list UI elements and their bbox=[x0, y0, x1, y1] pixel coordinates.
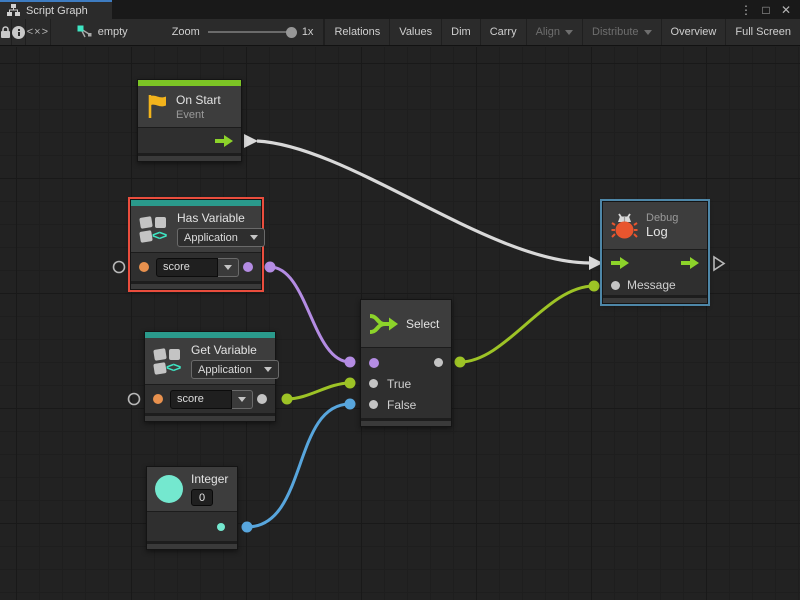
flag-icon bbox=[146, 93, 168, 120]
node-footer bbox=[138, 153, 241, 161]
chevron-down-icon bbox=[250, 235, 258, 240]
variable-name-port[interactable] bbox=[153, 394, 163, 404]
variable-name-value: score bbox=[170, 390, 232, 409]
variable-scope-dropdown[interactable]: Application bbox=[177, 228, 265, 247]
node-debug-log[interactable]: Debug Log Message bbox=[602, 201, 708, 304]
node-has-variable[interactable]: <> Has Variable Application score bbox=[130, 199, 262, 290]
node-title: Select bbox=[406, 317, 439, 331]
carry-button[interactable]: Carry bbox=[481, 19, 527, 45]
unconnected-port-circle bbox=[129, 394, 140, 405]
align-dropdown[interactable]: Align bbox=[527, 19, 583, 45]
zoom-label: Zoom bbox=[172, 26, 200, 38]
bug-icon bbox=[611, 213, 638, 239]
node-title: Get Variable bbox=[191, 343, 279, 357]
info-button[interactable] bbox=[12, 19, 26, 45]
variable-scope-value: Application bbox=[198, 364, 252, 376]
wire-onstart-to-debuglog bbox=[257, 141, 590, 263]
node-category: Debug bbox=[646, 212, 678, 224]
title-bar: Script Graph ⋮ □ ✕ bbox=[0, 0, 800, 19]
chevron-down-icon bbox=[224, 265, 232, 270]
false-input-port[interactable] bbox=[369, 400, 378, 409]
message-input-port[interactable] bbox=[611, 281, 620, 290]
node-footer bbox=[147, 541, 237, 549]
port-label: Message bbox=[627, 278, 676, 292]
graph-pointer-label: empty bbox=[98, 26, 128, 38]
relations-button[interactable]: Relations bbox=[324, 19, 390, 45]
maximize-icon[interactable]: □ bbox=[758, 3, 774, 17]
chevron-down-icon bbox=[238, 397, 246, 402]
node-on-start[interactable]: On Start Event bbox=[137, 79, 242, 162]
node-integer[interactable]: Integer 0 bbox=[146, 466, 238, 550]
variable-scope-value: Application bbox=[184, 232, 238, 244]
script-graph-window: Script Graph ⋮ □ ✕ <×> bbox=[0, 0, 800, 600]
graph-pointer-indicator: empty bbox=[65, 19, 140, 45]
flow-arrowhead bbox=[589, 256, 603, 270]
unconnected-port-circle bbox=[114, 262, 125, 273]
node-footer bbox=[131, 281, 261, 289]
variable-name-dropdown[interactable]: score bbox=[170, 390, 253, 409]
integer-icon bbox=[155, 475, 183, 503]
lock-icon bbox=[0, 26, 11, 39]
selection-output-port[interactable] bbox=[434, 358, 443, 367]
tab-script-graph[interactable]: Script Graph bbox=[0, 0, 112, 19]
chevron-down-icon bbox=[565, 30, 573, 35]
value-output-port[interactable] bbox=[217, 523, 225, 531]
port-label: False bbox=[387, 398, 416, 412]
menu-icon[interactable]: ⋮ bbox=[738, 3, 754, 17]
close-icon[interactable]: ✕ bbox=[778, 3, 794, 17]
tab-title: Script Graph bbox=[26, 5, 88, 17]
flow-arrowhead bbox=[244, 134, 258, 148]
zoom-slider-handle[interactable] bbox=[286, 27, 297, 38]
variable-name-port[interactable] bbox=[139, 262, 149, 272]
node-get-variable[interactable]: <> Get Variable Application score bbox=[144, 331, 276, 422]
zoom-control: Zoom 1x bbox=[162, 19, 325, 45]
node-title: Integer bbox=[191, 472, 228, 486]
flow-output-port[interactable] bbox=[681, 257, 699, 269]
variable-name-value: score bbox=[156, 258, 218, 277]
zoom-value: 1x bbox=[302, 26, 314, 38]
lock-button[interactable] bbox=[0, 19, 12, 45]
node-footer bbox=[361, 418, 451, 426]
full-screen-button[interactable]: Full Screen bbox=[726, 19, 800, 45]
distribute-dropdown[interactable]: Distribute bbox=[583, 19, 661, 45]
variable-icon: <> bbox=[153, 348, 183, 375]
graph-pointer-icon bbox=[77, 25, 92, 39]
node-subtitle: Event bbox=[176, 109, 221, 121]
chevron-down-icon bbox=[264, 367, 272, 372]
port-label: True bbox=[387, 377, 411, 391]
wire-integer-to-select-false bbox=[247, 404, 350, 527]
node-select[interactable]: Select True False bbox=[360, 299, 452, 427]
wire-getvariable-to-select-true bbox=[287, 383, 350, 399]
chevron-down-icon bbox=[644, 30, 652, 35]
graph-canvas[interactable]: On Start Event <> bbox=[0, 47, 800, 600]
wire-hasvariable-to-select bbox=[270, 267, 350, 362]
info-icon bbox=[12, 26, 25, 39]
variable-icon: <> bbox=[139, 216, 169, 243]
values-button[interactable]: Values bbox=[390, 19, 442, 45]
toolbar: <×> empty Zoom 1x Relations Values D bbox=[0, 19, 800, 46]
wire-select-to-debuglog-message bbox=[460, 286, 594, 362]
dim-button[interactable]: Dim bbox=[442, 19, 481, 45]
unconnected-flow-triangle bbox=[714, 257, 724, 270]
true-input-port[interactable] bbox=[369, 379, 378, 388]
node-footer bbox=[145, 413, 275, 421]
flow-output-port[interactable] bbox=[215, 135, 233, 147]
variable-scope-dropdown[interactable]: Application bbox=[191, 360, 279, 379]
code-toggle-icon: <×> bbox=[27, 26, 49, 38]
node-footer bbox=[603, 295, 707, 303]
node-title: Has Variable bbox=[177, 211, 265, 225]
overview-button[interactable]: Overview bbox=[662, 19, 727, 45]
merge-arrow-icon bbox=[369, 313, 399, 335]
node-title: On Start bbox=[176, 93, 221, 107]
integer-value-input[interactable]: 0 bbox=[191, 489, 213, 506]
flow-input-port[interactable] bbox=[611, 257, 629, 269]
node-title: Log bbox=[646, 224, 678, 239]
code-toggle-button[interactable]: <×> bbox=[26, 19, 51, 45]
graph-icon bbox=[7, 4, 20, 17]
result-output-port[interactable] bbox=[243, 262, 253, 272]
zoom-slider[interactable] bbox=[208, 31, 294, 33]
value-output-port[interactable] bbox=[257, 394, 267, 404]
condition-input-port[interactable] bbox=[369, 358, 379, 368]
variable-name-dropdown[interactable]: score bbox=[156, 258, 239, 277]
